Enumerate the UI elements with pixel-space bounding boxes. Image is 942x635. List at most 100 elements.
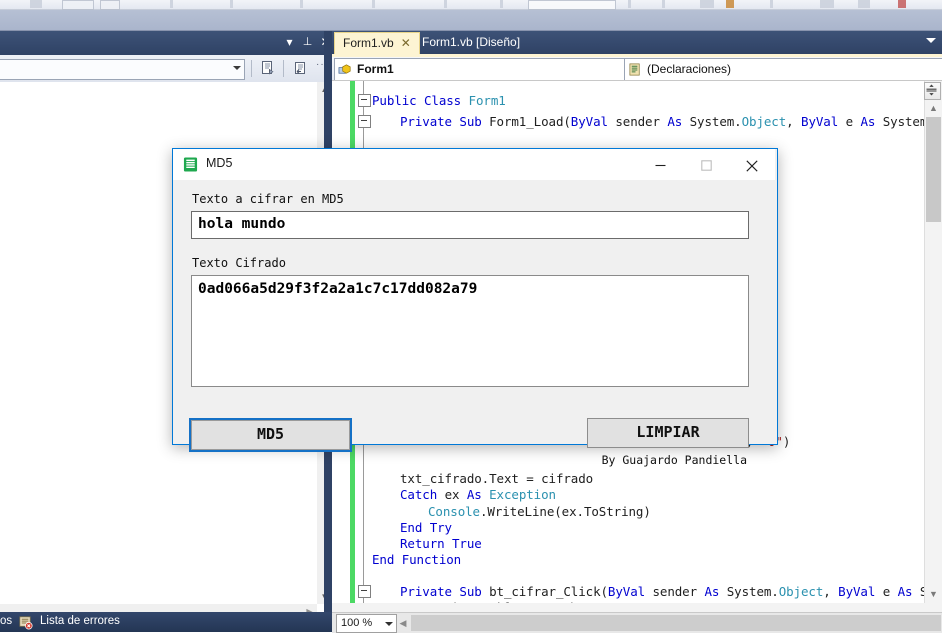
hashed-text-output[interactable]: 0ad066a5d29f3f2a2a1c7c17dd082a79 bbox=[191, 275, 749, 387]
editor-scroll-thumb[interactable] bbox=[926, 117, 941, 222]
truncated-tab-label[interactable]: os bbox=[0, 615, 12, 627]
error-list-icon bbox=[18, 615, 33, 635]
chevron-down-icon bbox=[385, 622, 393, 626]
output-label: Texto Cifrado bbox=[192, 256, 286, 270]
md5-dialog-body: Texto a cifrar en MD5 hola mundo Texto C… bbox=[173, 180, 775, 467]
tab-form1-vb-designer[interactable]: Form1.vb [Diseño] bbox=[414, 32, 528, 54]
chevron-down-icon[interactable]: ▾ bbox=[281, 34, 298, 51]
code-token: Private Sub bbox=[400, 584, 490, 599]
md5-button[interactable]: MD5 bbox=[189, 418, 352, 452]
code-token: Object bbox=[778, 584, 824, 599]
outline-collapse-toggle[interactable] bbox=[358, 115, 371, 128]
code-token: Console bbox=[428, 504, 480, 519]
left-tool-window-titlebar: ▾ ⊥ ✕ bbox=[0, 31, 332, 55]
horizontal-scroll-track[interactable] bbox=[411, 615, 941, 631]
toolbar-glyph[interactable] bbox=[726, 0, 734, 8]
code-line: Catch ex As Exception bbox=[400, 487, 556, 502]
code-token: As bbox=[860, 114, 883, 129]
split-view-handle[interactable] bbox=[924, 82, 941, 100]
limpiar-button[interactable]: LIMPIAR bbox=[587, 418, 749, 448]
code-line: Private Sub bt_cifrar_Click(ByVal sender… bbox=[400, 584, 942, 599]
editor-vertical-scrollbar[interactable]: ▲ ▼ bbox=[924, 81, 942, 618]
toolbar-glyph[interactable] bbox=[858, 0, 870, 8]
code-token: Return True bbox=[400, 536, 482, 551]
navbar-class-value: Form1 bbox=[357, 62, 394, 76]
scroll-left-icon[interactable]: ◀ bbox=[396, 615, 410, 631]
close-icon[interactable]: ✕ bbox=[401, 33, 411, 54]
code-line: Return True bbox=[400, 536, 482, 551]
code-token: ByVal bbox=[838, 584, 883, 599]
code-token: Exception bbox=[489, 487, 556, 502]
md5-dialog-titlebar[interactable]: MD5 bbox=[173, 149, 775, 180]
code-token: txt_cifrado.Text = cifrado bbox=[400, 471, 594, 486]
chevron-down-icon[interactable] bbox=[926, 38, 936, 43]
code-token: System. bbox=[689, 114, 742, 129]
tab-label: Form1.vb [Diseño] bbox=[422, 35, 521, 49]
left-tool-window-toolbar: ·· bbox=[0, 55, 332, 83]
outline-collapse-toggle[interactable] bbox=[358, 94, 371, 107]
toolbar-glyph bbox=[444, 0, 447, 8]
toolbar-glyph bbox=[170, 0, 173, 8]
code-token: ) bbox=[782, 434, 791, 449]
scroll-up-icon[interactable]: ▲ bbox=[925, 100, 942, 116]
code-token: e bbox=[882, 584, 898, 599]
editor-status-bar: 100 % ◀ bbox=[332, 612, 942, 633]
toolbar-glyph bbox=[372, 0, 375, 8]
toolbar-combo[interactable] bbox=[528, 0, 616, 10]
left-panel-combo[interactable] bbox=[0, 59, 245, 80]
properties-page-icon[interactable] bbox=[256, 58, 280, 79]
code-token: End Try bbox=[400, 520, 452, 535]
navbar-class-combo[interactable]: Form1 bbox=[334, 58, 646, 81]
toolbar-glyph[interactable] bbox=[898, 0, 906, 8]
credit-label: By Guajardo Pandiella bbox=[601, 453, 747, 467]
code-token: As bbox=[466, 487, 490, 502]
text-to-hash-input[interactable]: hola mundo bbox=[191, 211, 749, 239]
minimize-button[interactable] bbox=[637, 149, 683, 180]
outline-collapse-toggle[interactable] bbox=[358, 585, 371, 598]
toolbar-glyph bbox=[300, 0, 303, 8]
zoom-level-value: 100 % bbox=[341, 617, 373, 629]
code-token: ex bbox=[444, 487, 467, 502]
code-token: ByVal bbox=[570, 114, 616, 129]
code-token: , bbox=[786, 114, 802, 129]
vs-toolbar-band bbox=[0, 10, 942, 31]
code-token: Form1 bbox=[468, 93, 506, 108]
toolbar-glyph bbox=[230, 0, 233, 8]
pin-icon[interactable]: ⊥ bbox=[299, 34, 316, 51]
maximize-button[interactable] bbox=[683, 149, 729, 180]
close-button[interactable] bbox=[729, 149, 775, 180]
code-token: Object bbox=[741, 114, 787, 129]
code-token: bt_cifrar_Click( bbox=[489, 584, 608, 599]
code-token: sender bbox=[615, 114, 668, 129]
code-token: .WriteLine(ex.ToString) bbox=[479, 504, 651, 519]
navbar-member-combo[interactable]: (Declaraciones) bbox=[624, 58, 942, 81]
code-token: sender bbox=[652, 584, 705, 599]
code-token: ByVal bbox=[801, 114, 846, 129]
toolbar-glyph[interactable] bbox=[62, 0, 94, 10]
toolbar-glyph bbox=[500, 0, 503, 8]
toolbar-glyph[interactable] bbox=[820, 0, 834, 8]
bottom-tool-tabs: os Lista de errores bbox=[0, 612, 332, 632]
tab-form1-vb[interactable]: Form1.vb ✕ bbox=[334, 32, 420, 55]
tab-error-list-label: Lista de errores bbox=[40, 615, 120, 627]
toolbar-separator bbox=[251, 60, 252, 77]
scroll-down-icon[interactable]: ▼ bbox=[925, 586, 942, 602]
code-line: Console.WriteLine(ex.ToString) bbox=[428, 504, 651, 519]
vs-main-toolbar[interactable] bbox=[0, 0, 942, 10]
toolbar-separator bbox=[283, 60, 284, 77]
md5-dialog: MD5 Texto a cifrar en MD5 hola mundo Tex… bbox=[172, 148, 778, 467]
code-token: Class bbox=[423, 93, 469, 108]
code-line: End Try bbox=[400, 520, 452, 535]
navbar-member-value: (Declaraciones) bbox=[647, 62, 732, 76]
toolbar-glyph[interactable] bbox=[700, 0, 714, 8]
zoom-level-combo[interactable]: 100 % bbox=[336, 614, 397, 633]
text-to-hash-value: hola mundo bbox=[198, 216, 286, 232]
code-token: Catch bbox=[400, 487, 445, 502]
editor-tabstrip: Form1.vb ✕ Form1.vb [Diseño] bbox=[332, 31, 942, 55]
code-line: End Function bbox=[372, 552, 461, 567]
toolbar-glyph[interactable] bbox=[100, 0, 120, 10]
code-token: ByVal bbox=[607, 584, 653, 599]
toolbar-glyph[interactable] bbox=[30, 0, 42, 8]
code-token: As bbox=[667, 114, 690, 129]
properties-events-icon[interactable] bbox=[288, 58, 312, 79]
